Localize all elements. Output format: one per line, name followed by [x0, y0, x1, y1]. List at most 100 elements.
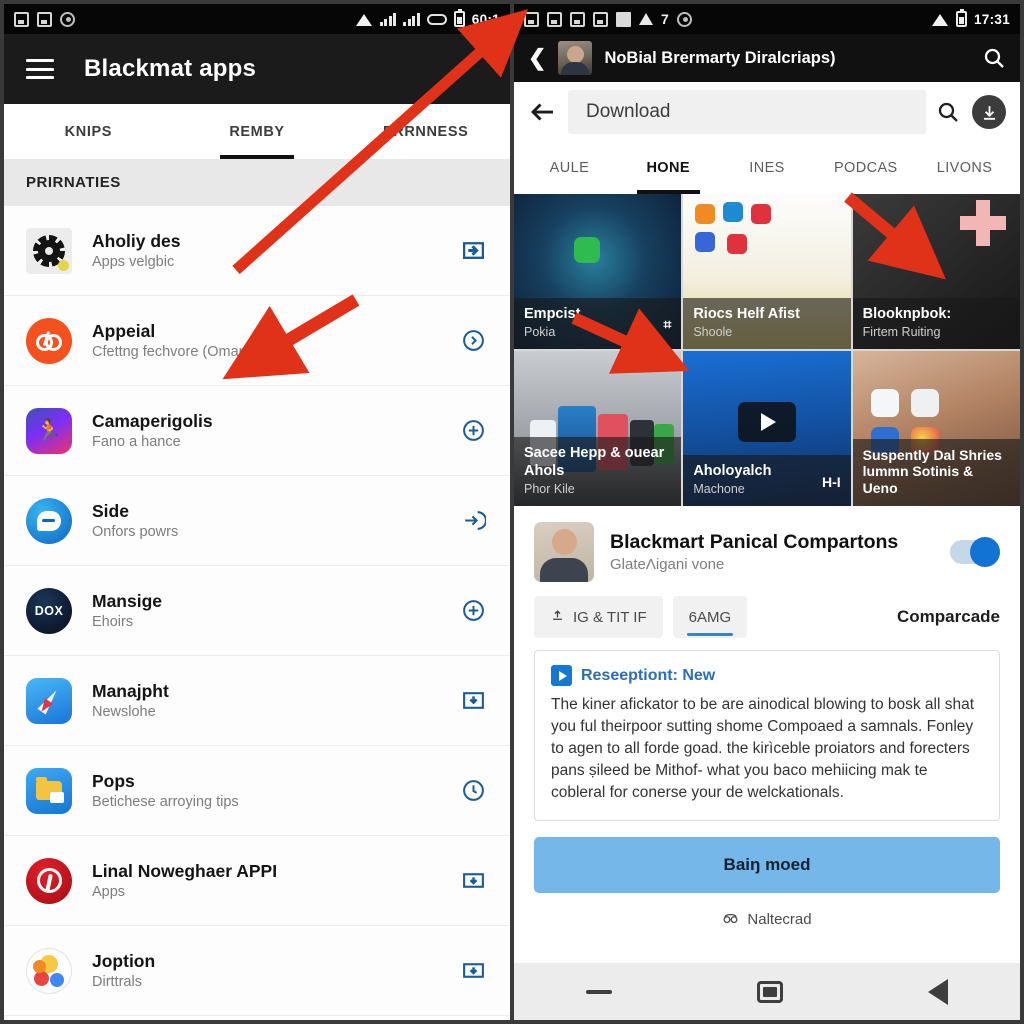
media-card-title: Empcist — [524, 305, 581, 322]
mini-app-icon — [751, 204, 772, 224]
right-status-right: 17:31 — [931, 9, 1010, 27]
left-tab-bar: KNIPS REMBY PRRNNESS — [4, 104, 510, 159]
back-nav-button[interactable] — [927, 978, 948, 1005]
list-item[interactable]: Linal Noweghaer APPI Apps — [4, 836, 510, 926]
chip-ig-tit-if[interactable]: IG & TIT IF — [534, 596, 663, 638]
list-item-subtitle: Cfettng fechvore (Omaners — [92, 343, 267, 360]
media-card-badge: ⌗ — [663, 316, 672, 332]
mini-app-icon — [870, 389, 899, 417]
note-header: Reseeptiont: New — [551, 665, 983, 686]
profile-toggle[interactable] — [950, 537, 1000, 567]
list-item-title: Manajpht — [92, 680, 169, 701]
tab-livons[interactable]: LIVONS — [915, 142, 1014, 194]
list-item[interactable]: 🏃 Camaperigolis Fano a hance — [4, 386, 510, 476]
printer-icon — [593, 11, 608, 27]
status-clock: 17:31 — [973, 11, 1010, 27]
install-icon[interactable] — [458, 236, 488, 266]
media-card-title: Aholoyalch — [693, 462, 772, 479]
play-button-icon[interactable] — [737, 402, 796, 443]
media-card-title: Suspently Dal Shries lummn Sotinis & Uen… — [862, 446, 1002, 497]
download-circle-icon[interactable] — [972, 95, 1006, 129]
media-card[interactable]: Blooknpbok: Firtem Ruiting — [852, 194, 1020, 349]
mini-app-icon — [910, 389, 939, 417]
list-item[interactable]: Joption Dirttrals — [4, 926, 510, 1016]
list-item[interactable]: Pops Betichese arroying tips — [4, 746, 510, 836]
left-status-right: 60:1 — [355, 9, 500, 27]
media-card-caption: Empcist Pokia — [514, 297, 682, 349]
clock-circle-icon[interactable] — [458, 776, 488, 806]
chip-label: IG & TIT IF — [573, 608, 647, 626]
list-item-title: Joption — [92, 950, 156, 971]
media-card-subtitle: Shoole — [693, 325, 733, 339]
page-title: Blackmat apps — [84, 55, 257, 82]
plus-circle-icon[interactable] — [458, 596, 488, 626]
minimize-nav-button[interactable] — [586, 989, 613, 994]
arrow-back-icon[interactable] — [528, 97, 558, 127]
media-card[interactable]: Sacee Hepp & ouear Ahols Phor Kile — [514, 351, 682, 506]
mini-app-icon — [695, 232, 716, 252]
profile-text: Blackmart Panical Compartons GlateΛigani… — [610, 531, 934, 572]
avatar[interactable] — [534, 522, 594, 582]
red-p-app-icon — [26, 857, 72, 904]
wifi-icon — [355, 13, 373, 26]
screenshot-icon — [14, 11, 29, 27]
list-item-title: Side — [92, 500, 129, 521]
user-avatar[interactable] — [558, 41, 593, 75]
signal-1-icon — [379, 12, 397, 26]
plus-circle-icon[interactable] — [458, 416, 488, 446]
media-card[interactable]: Riocs Helf Afist Shoole — [683, 194, 851, 349]
comparcade-link[interactable]: Comparcade — [897, 607, 1000, 627]
media-card-caption: Riocs Helf Afist Shoole — [683, 297, 851, 349]
glasses-icon — [722, 909, 739, 930]
login-arrow-icon[interactable] — [458, 506, 488, 536]
list-item-subtitle: Dirttrals — [92, 973, 142, 990]
tab-remby[interactable]: REMBY — [173, 104, 342, 159]
right-status-icons: 7 — [524, 10, 925, 27]
list-item[interactable]: Appeial Cfettng fechvore (Omaners — [4, 296, 510, 386]
media-card[interactable]: Aholoyalch Machone H-I — [683, 351, 851, 506]
tab-hone[interactable]: HONE — [619, 142, 718, 194]
seven-icon: 7 — [661, 10, 669, 27]
game-icon — [60, 11, 75, 27]
battery-icon — [955, 9, 967, 27]
status-clock: 60:1 — [471, 11, 500, 27]
tab-prrnness[interactable]: PRRNNESS — [341, 104, 510, 159]
media-card-caption: Suspently Dal Shries lummn Sotinis & Uen… — [852, 438, 1020, 506]
list-item[interactable]: Side Onfors powrs — [4, 476, 510, 566]
media-card[interactable]: Empcist Pokia ⌗ — [514, 194, 682, 349]
list-item[interactable]: Manajpht Newslohe — [4, 656, 510, 746]
download-box-icon[interactable] — [458, 686, 488, 716]
tab-podcas[interactable]: PODCAS — [816, 142, 915, 194]
chevron-back-icon[interactable]: ❮ — [528, 47, 546, 69]
chevron-right-circle-icon[interactable] — [458, 326, 488, 356]
chip-label: 6AMG — [688, 608, 732, 626]
list-item[interactable]: DOX Mansige Ehoirs — [4, 566, 510, 656]
recents-nav-button[interactable] — [756, 980, 783, 1003]
wifi-icon — [931, 13, 949, 26]
mini-app-icon — [723, 202, 744, 222]
tab-ines[interactable]: INES — [718, 142, 817, 194]
search-input[interactable]: Download — [568, 90, 926, 134]
folder-app-icon — [26, 767, 72, 814]
media-card[interactable]: Suspently Dal Shries lummn Sotinis & Uen… — [852, 351, 1020, 506]
play-badge-icon — [551, 665, 572, 686]
chip-6amg[interactable]: 6AMG — [672, 596, 748, 638]
list-item[interactable]: Aholiy des Apps velgbic — [4, 206, 510, 296]
right-dark-app-bar: ❮ NoBial Brermarty Diralcriaps) — [514, 34, 1020, 82]
download-box-icon[interactable] — [458, 866, 488, 896]
media-card-title: Sacee Hepp & ouear Ahols — [524, 445, 665, 479]
list-item-text: Side Onfors powrs — [92, 501, 438, 541]
tab-aule[interactable]: AULE — [520, 142, 619, 194]
usb-icon — [426, 13, 447, 25]
search-bar-actions — [936, 95, 1006, 129]
search-icon[interactable] — [936, 100, 960, 124]
orange-music-icon — [26, 317, 72, 364]
search-icon[interactable] — [982, 46, 1006, 70]
runner-app-icon: 🏃 — [26, 407, 72, 454]
tab-knips[interactable]: KNIPS — [4, 104, 173, 159]
left-app-bar: Blackmat apps — [4, 34, 510, 104]
footnote-label: Naltecrad — [747, 911, 812, 928]
primary-action-button[interactable]: Baiŋ moed — [534, 837, 1000, 893]
download-box-icon[interactable] — [458, 956, 488, 986]
hamburger-icon[interactable] — [26, 59, 54, 79]
